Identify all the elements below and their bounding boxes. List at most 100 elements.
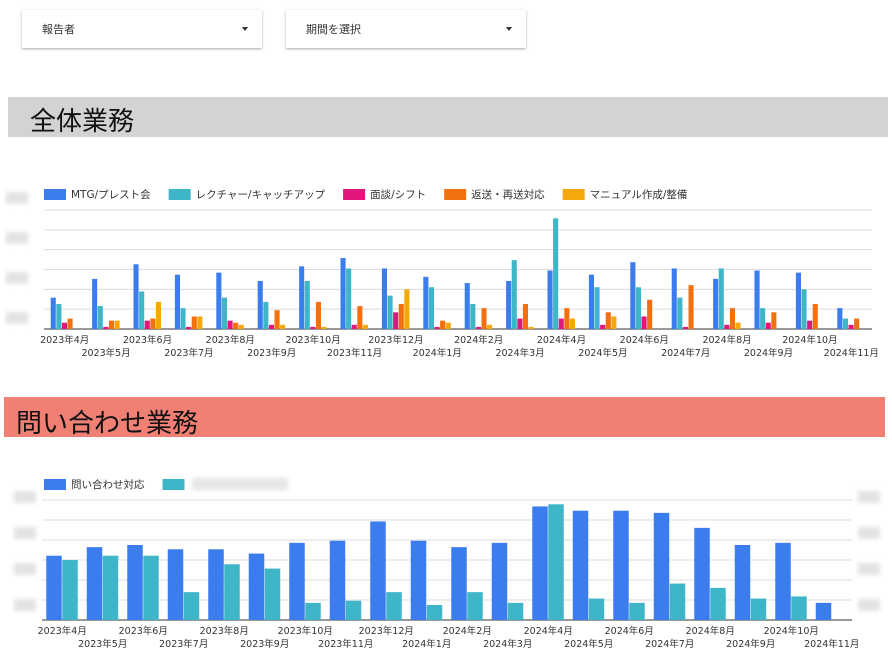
bar-2023年9月 [268, 324, 274, 329]
x-tick-label: 2023年6月 [119, 625, 168, 637]
x-tick-label: 2024年2月 [443, 625, 492, 637]
x-tick-label: 2024年6月 [605, 625, 654, 637]
x-tick-label: 2024年7月 [645, 638, 694, 650]
legend-label: 返送・再送対応 [471, 188, 545, 201]
x-tick-label: 2024年9月 [726, 638, 775, 650]
bar-2023年9月 [248, 553, 265, 620]
bar-2023年9月 [274, 310, 280, 329]
legend-label: 問い合わせ対応 [71, 478, 145, 491]
inquiry-chart: 問い合わせ対応 2023年4月 2023年5月 2023年6月 2023年7月 2023年… [0, 465, 892, 660]
legend-label: マニュアル作成/整備 [590, 188, 688, 201]
x-tick-label: 2024年7月 [661, 347, 710, 359]
bar-2023年8月 [221, 297, 227, 329]
x-tick-label: 2024年1月 [402, 638, 451, 650]
bar-2024年10月 [791, 596, 807, 620]
x-tick-label: 2023年5月 [81, 347, 130, 359]
x-tick-label: 2023年5月 [78, 638, 127, 650]
bar-2024年5月 [594, 287, 600, 329]
bar-2023年6月 [133, 264, 139, 329]
period-dropdown[interactable]: 期間を選択 [286, 10, 526, 48]
bar-2023年10月 [289, 542, 305, 620]
bar-2024年7月 [682, 326, 688, 329]
bar-2023年6月 [139, 291, 145, 329]
bar-2024年10月 [812, 303, 818, 329]
overall-section-header: 全体業務 [8, 97, 888, 137]
bar-2024年6月 [641, 316, 647, 329]
bar-2023年6月 [144, 320, 150, 329]
bar-2023年5月 [97, 306, 103, 329]
legend-swatch [44, 189, 66, 200]
bar-2023年11月 [329, 540, 346, 620]
bar-2023年8月 [224, 564, 240, 620]
x-tick-label: 2024年3月 [495, 347, 544, 359]
inquiry-bar-chart: 問い合わせ対応2023年4月2023年5月2023年6月2023年7月2023年… [38, 478, 860, 650]
bar-2024年3月 [528, 326, 534, 329]
bar-2024年11月 [854, 318, 860, 329]
bar-2024年4月 [548, 504, 564, 620]
x-tick-label: 2024年11月 [804, 638, 859, 650]
bar-2024年5月 [605, 312, 611, 329]
bar-2024年4月 [553, 218, 559, 329]
bar-2024年2月 [470, 303, 476, 329]
bar-2024年11月 [815, 602, 832, 620]
bar-2024年2月 [487, 324, 493, 329]
x-tick-label: 2023年4月 [40, 334, 89, 346]
bar-2024年5月 [611, 316, 617, 329]
bar-2023年7月 [191, 316, 197, 329]
reporter-dropdown[interactable]: 報告者 [22, 10, 262, 48]
legend-swatch [168, 189, 191, 200]
bar-2024年8月 [718, 268, 724, 329]
legend-swatch [343, 189, 366, 200]
bar-2023年12月 [387, 295, 393, 329]
bar-2024年1月 [428, 287, 434, 329]
bar-2024年7月 [653, 512, 670, 620]
bar-2024年4月 [558, 318, 564, 329]
bar-2023年5月 [102, 555, 119, 620]
bar-2023年4月 [46, 555, 62, 620]
bar-2023年7月 [167, 549, 184, 620]
x-tick-label: 2024年5月 [578, 347, 627, 359]
x-tick-label: 2023年10月 [285, 334, 340, 346]
x-tick-label: 2024年1月 [413, 347, 462, 359]
bar-2024年9月 [765, 322, 771, 329]
x-tick-label: 2024年2月 [454, 334, 503, 346]
bar-2024年10月 [795, 272, 801, 329]
bar-2024年6月 [647, 299, 653, 329]
x-tick-label: 2024年11月 [824, 347, 879, 359]
x-tick-label: 2024年10月 [764, 625, 819, 637]
overall-section-title: 全体業務 [30, 107, 135, 137]
bar-2023年12月 [381, 268, 387, 329]
x-tick-label: 2024年3月 [483, 638, 532, 650]
x-tick-label: 2024年8月 [686, 625, 735, 637]
bar-2024年6月 [635, 287, 641, 329]
bar-2023年11月 [340, 258, 346, 329]
bar-2023年4月 [67, 318, 73, 329]
bar-2023年10月 [299, 266, 305, 329]
bar-2024年6月 [630, 262, 636, 329]
bar-2023年12月 [404, 289, 410, 329]
bar-2024年10月 [807, 320, 813, 329]
bar-2024年8月 [694, 527, 710, 620]
bar-2024年11月 [837, 308, 843, 329]
bar-2024年4月 [532, 506, 548, 620]
bar-2023年10月 [321, 326, 327, 329]
bar-2024年10月 [775, 542, 791, 620]
bar-2024年1月 [434, 326, 440, 329]
x-tick-label: 2023年8月 [206, 334, 255, 346]
bar-2024年3月 [491, 542, 508, 620]
bar-2024年3月 [511, 260, 517, 329]
bar-2023年12月 [393, 312, 399, 329]
bar-2024年7月 [669, 583, 686, 620]
bar-2024年4月 [564, 308, 570, 329]
x-tick-label: 2024年4月 [537, 334, 586, 346]
bar-2023年4月 [50, 297, 56, 329]
bar-2024年10月 [801, 289, 807, 329]
bar-2024年2月 [481, 308, 487, 329]
bar-2023年12月 [370, 521, 386, 620]
x-tick-label: 2023年6月 [123, 334, 172, 346]
bar-2023年10月 [304, 280, 310, 329]
x-tick-label: 2023年9月 [247, 347, 296, 359]
bar-2024年8月 [729, 308, 735, 329]
bar-2024年3月 [522, 303, 528, 329]
bar-2023年4月 [61, 322, 67, 329]
